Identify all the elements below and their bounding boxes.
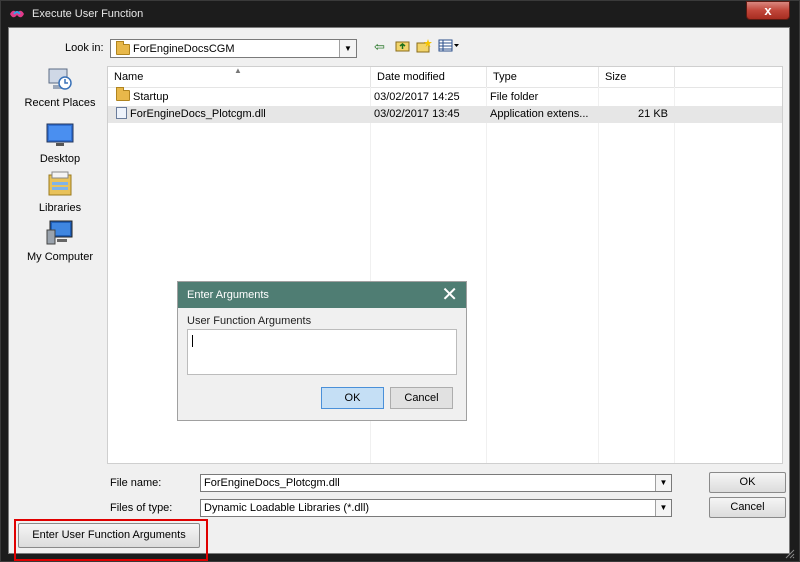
dialog-ok-button[interactable]: OK xyxy=(321,387,384,409)
resize-grip-icon[interactable] xyxy=(783,547,795,559)
look-in-label: Look in: xyxy=(65,42,104,54)
place-desktop[interactable]: Desktop xyxy=(20,122,100,165)
new-folder-icon[interactable] xyxy=(416,39,432,55)
column-divider xyxy=(486,87,487,463)
close-icon: x xyxy=(764,3,772,18)
folder-icon xyxy=(116,87,130,101)
column-name-header[interactable]: Name ▲ xyxy=(108,67,371,87)
window-close-button[interactable]: x xyxy=(746,1,790,20)
enter-arguments-dialog: Enter Arguments ✕ User Function Argument… xyxy=(177,281,467,421)
title-bar[interactable]: Execute User Function x xyxy=(1,1,799,27)
place-my-computer[interactable]: My Computer xyxy=(20,220,100,263)
chevron-down-icon[interactable]: ▼ xyxy=(655,475,671,491)
user-function-arguments-input[interactable] xyxy=(187,329,457,375)
view-menu-icon[interactable] xyxy=(438,39,460,55)
file-name-cell: Startup xyxy=(133,91,169,103)
column-divider xyxy=(598,87,599,463)
text-caret xyxy=(192,335,193,347)
file-name-field[interactable]: ForEngineDocs_Plotcgm.dll ▼ xyxy=(200,474,672,492)
column-label: Name xyxy=(114,71,144,83)
user-function-arguments-label: User Function Arguments xyxy=(187,315,312,327)
place-libraries[interactable]: Libraries xyxy=(20,171,100,214)
file-row-startup[interactable]: Startup 03/02/2017 14:25 File folder xyxy=(108,87,782,106)
sort-up-icon: ▲ xyxy=(234,66,242,75)
recent-places-icon xyxy=(48,68,72,90)
chevron-down-icon[interactable]: ▼ xyxy=(339,40,356,57)
file-list-header: Name ▲ Date modified Type Size xyxy=(108,67,782,88)
column-label: Date modified xyxy=(377,71,445,83)
file-type-cell: Application extens... xyxy=(490,108,589,120)
my-computer-icon xyxy=(46,220,73,245)
dialog-cancel-button[interactable]: Cancel xyxy=(390,387,453,409)
up-folder-icon[interactable] xyxy=(395,39,410,55)
app-logo-icon xyxy=(10,10,24,18)
file-size-cell: 21 KB xyxy=(638,108,668,120)
libraries-icon xyxy=(48,171,72,196)
desktop-icon xyxy=(46,123,74,146)
window-title: Execute User Function xyxy=(32,8,144,20)
place-label: My Computer xyxy=(26,251,94,263)
files-of-type-value: Dynamic Loadable Libraries (*.dll) xyxy=(204,502,370,514)
place-label: Recent Places xyxy=(24,97,96,109)
dialog-title: Enter Arguments xyxy=(187,289,269,301)
column-type-header[interactable]: Type xyxy=(487,67,599,87)
place-recent-places[interactable]: Recent Places xyxy=(20,66,100,109)
look-in-dropdown[interactable]: ForEngineDocsCGM ▼ xyxy=(110,39,357,58)
folder-icon xyxy=(116,41,130,55)
ok-button[interactable]: OK xyxy=(709,472,786,493)
file-name-label: File name: xyxy=(110,477,162,489)
dll-file-icon xyxy=(116,107,127,119)
column-size-header[interactable]: Size xyxy=(599,67,675,87)
file-name-value: ForEngineDocs_Plotcgm.dll xyxy=(204,477,340,489)
file-type-cell: File folder xyxy=(490,91,539,103)
dialog-title-bar[interactable]: Enter Arguments ✕ xyxy=(178,282,466,308)
file-date-cell: 03/02/2017 14:25 xyxy=(374,91,460,103)
file-size-cell xyxy=(602,89,668,106)
file-row-plotcgm-dll[interactable]: ForEngineDocs_Plotcgm.dll 03/02/2017 13:… xyxy=(108,106,782,123)
look-in-value: ForEngineDocsCGM xyxy=(133,43,235,55)
file-date-cell: 03/02/2017 13:45 xyxy=(374,108,460,120)
file-name-cell: ForEngineDocs_Plotcgm.dll xyxy=(130,108,266,120)
column-divider xyxy=(674,87,675,463)
column-label: Size xyxy=(605,71,627,83)
cancel-button[interactable]: Cancel xyxy=(709,497,786,518)
highlight-box xyxy=(14,519,208,561)
column-label: Type xyxy=(493,71,517,83)
chevron-down-icon[interactable]: ▼ xyxy=(655,500,671,516)
column-date-header[interactable]: Date modified xyxy=(371,67,487,87)
files-of-type-dropdown[interactable]: Dynamic Loadable Libraries (*.dll) ▼ xyxy=(200,499,672,517)
place-label: Desktop xyxy=(39,153,81,165)
close-icon[interactable]: ✕ xyxy=(441,283,458,307)
back-arrow-icon[interactable]: ⇦ xyxy=(374,39,385,55)
place-label: Libraries xyxy=(38,202,82,214)
files-of-type-label: Files of type: xyxy=(110,502,173,514)
